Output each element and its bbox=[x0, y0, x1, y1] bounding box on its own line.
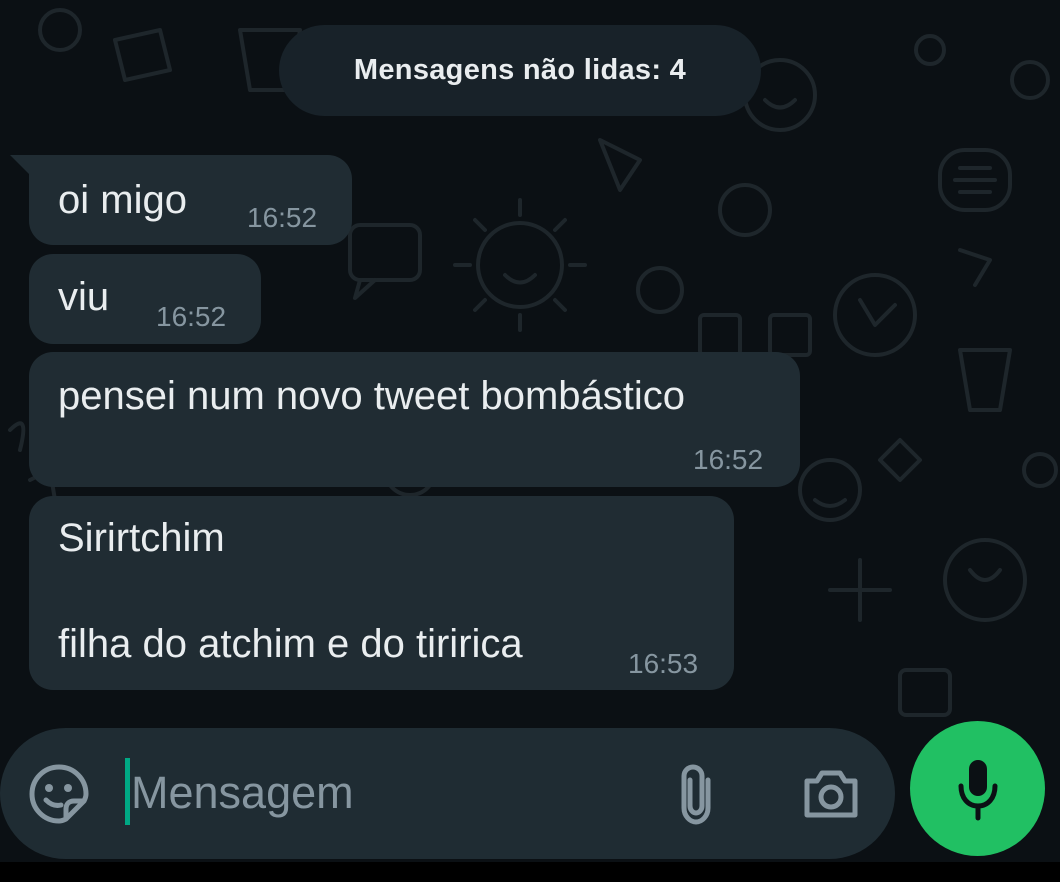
message-input[interactable] bbox=[131, 760, 651, 826]
message-text: viu bbox=[58, 275, 110, 319]
message-text: oi migo bbox=[58, 178, 187, 222]
message-bubble[interactable]: oi migo 16:52 bbox=[29, 155, 352, 245]
message-text: pensei num novo tweet bombástico bbox=[58, 374, 686, 418]
unread-messages-banner: Mensagens não lidas: 4 bbox=[279, 25, 761, 116]
message-timestamp: 16:52 bbox=[693, 444, 764, 475]
message-bubble[interactable]: Sirirtchim filha do atchim e do tiririca… bbox=[29, 496, 734, 690]
sticker-emoji-icon bbox=[29, 764, 89, 824]
bubble-tail bbox=[10, 155, 30, 175]
text-caret bbox=[125, 758, 130, 825]
attach-button[interactable] bbox=[668, 758, 724, 830]
message-bubble[interactable]: viu 16:52 bbox=[29, 254, 261, 344]
message-text-line-1: Sirirtchim bbox=[58, 516, 225, 560]
paperclip-icon bbox=[681, 764, 711, 825]
message-bubble[interactable]: pensei num novo tweet bombástico 16:52 bbox=[29, 352, 800, 487]
message-timestamp: 16:53 bbox=[628, 648, 699, 679]
camera-button[interactable] bbox=[800, 764, 862, 824]
bottom-edge bbox=[0, 862, 1060, 882]
message-timestamp: 16:52 bbox=[156, 301, 227, 332]
microphone-icon bbox=[958, 759, 997, 820]
emoji-sticker-button[interactable] bbox=[28, 763, 90, 825]
camera-icon bbox=[804, 770, 858, 818]
voice-message-button[interactable] bbox=[910, 721, 1045, 856]
message-timestamp: 16:52 bbox=[247, 202, 318, 233]
message-text-line-2: filha do atchim e do tiririca bbox=[58, 622, 523, 666]
